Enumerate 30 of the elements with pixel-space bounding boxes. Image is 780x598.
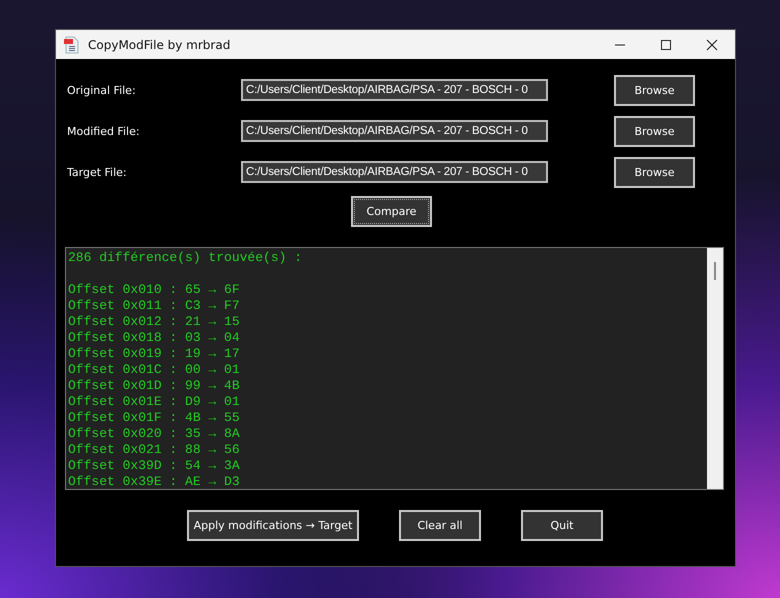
offset-line: Offset 0x01D : 99 → 4B [68, 378, 241, 394]
offset-line: Offset 0x39E : AE → D3 [68, 474, 241, 490]
browse-button[interactable]: Browse [614, 74, 695, 106]
offset-line: Offset 0x010 : 65 → 6F [68, 282, 241, 298]
offset-line: Offset 0x020 : 35 → 8A [68, 426, 241, 442]
action-button[interactable]: Quit [521, 510, 603, 541]
offset-line: Offset 0x01F : 4B → 55 [68, 410, 241, 426]
offset-line: Offset 0x019 : 19 → 17 [68, 346, 241, 362]
file-path-field[interactable]: C:/Users/Client/Desktop/AIRBAG/PSA - 207 - BOSCH - 0 [241, 161, 548, 183]
offset-line: Offset 0x012 : 21 → 15 [68, 314, 241, 330]
offset-line: Offset 0x01C : 00 → 01 [68, 362, 241, 378]
action-button[interactable]: Apply modifications → Target [187, 510, 359, 541]
file-icon [64, 36, 80, 54]
offset-line: Offset 0x021 : 88 → 56 [68, 442, 241, 458]
field-label: Modified File: [66, 124, 141, 138]
file-path-field[interactable]: C:/Users/Client/Desktop/AIRBAG/PSA - 207 - BOSCH - 0 [241, 120, 548, 142]
compare-button[interactable]: Compare [351, 196, 432, 227]
browse-button[interactable]: Browse [614, 156, 695, 188]
browse-button[interactable]: Browse [614, 116, 695, 146]
result-summary: 286 différence(s) trouvée(s) : [68, 250, 304, 266]
offset-line: Offset 0x018 : 03 → 04 [68, 330, 241, 346]
offset-line: Offset 0x011 : C3 → F7 [68, 298, 241, 314]
action-button[interactable]: Clear all [399, 510, 481, 541]
field-label: Target File: [66, 166, 128, 178]
field-label: Original File: [66, 84, 137, 96]
scrollbar[interactable] [707, 248, 723, 489]
offset-line: Offset 0x39D : 54 → 3A [68, 458, 241, 474]
window-title: CopyModFile by mrbrad [88, 38, 232, 52]
offset-line: Offset 0x01E : D9 → 01 [68, 394, 241, 410]
file-path-field[interactable]: C:/Users/Client/Desktop/AIRBAG/PSA - 207 - BOSCH - 0 [241, 79, 548, 101]
